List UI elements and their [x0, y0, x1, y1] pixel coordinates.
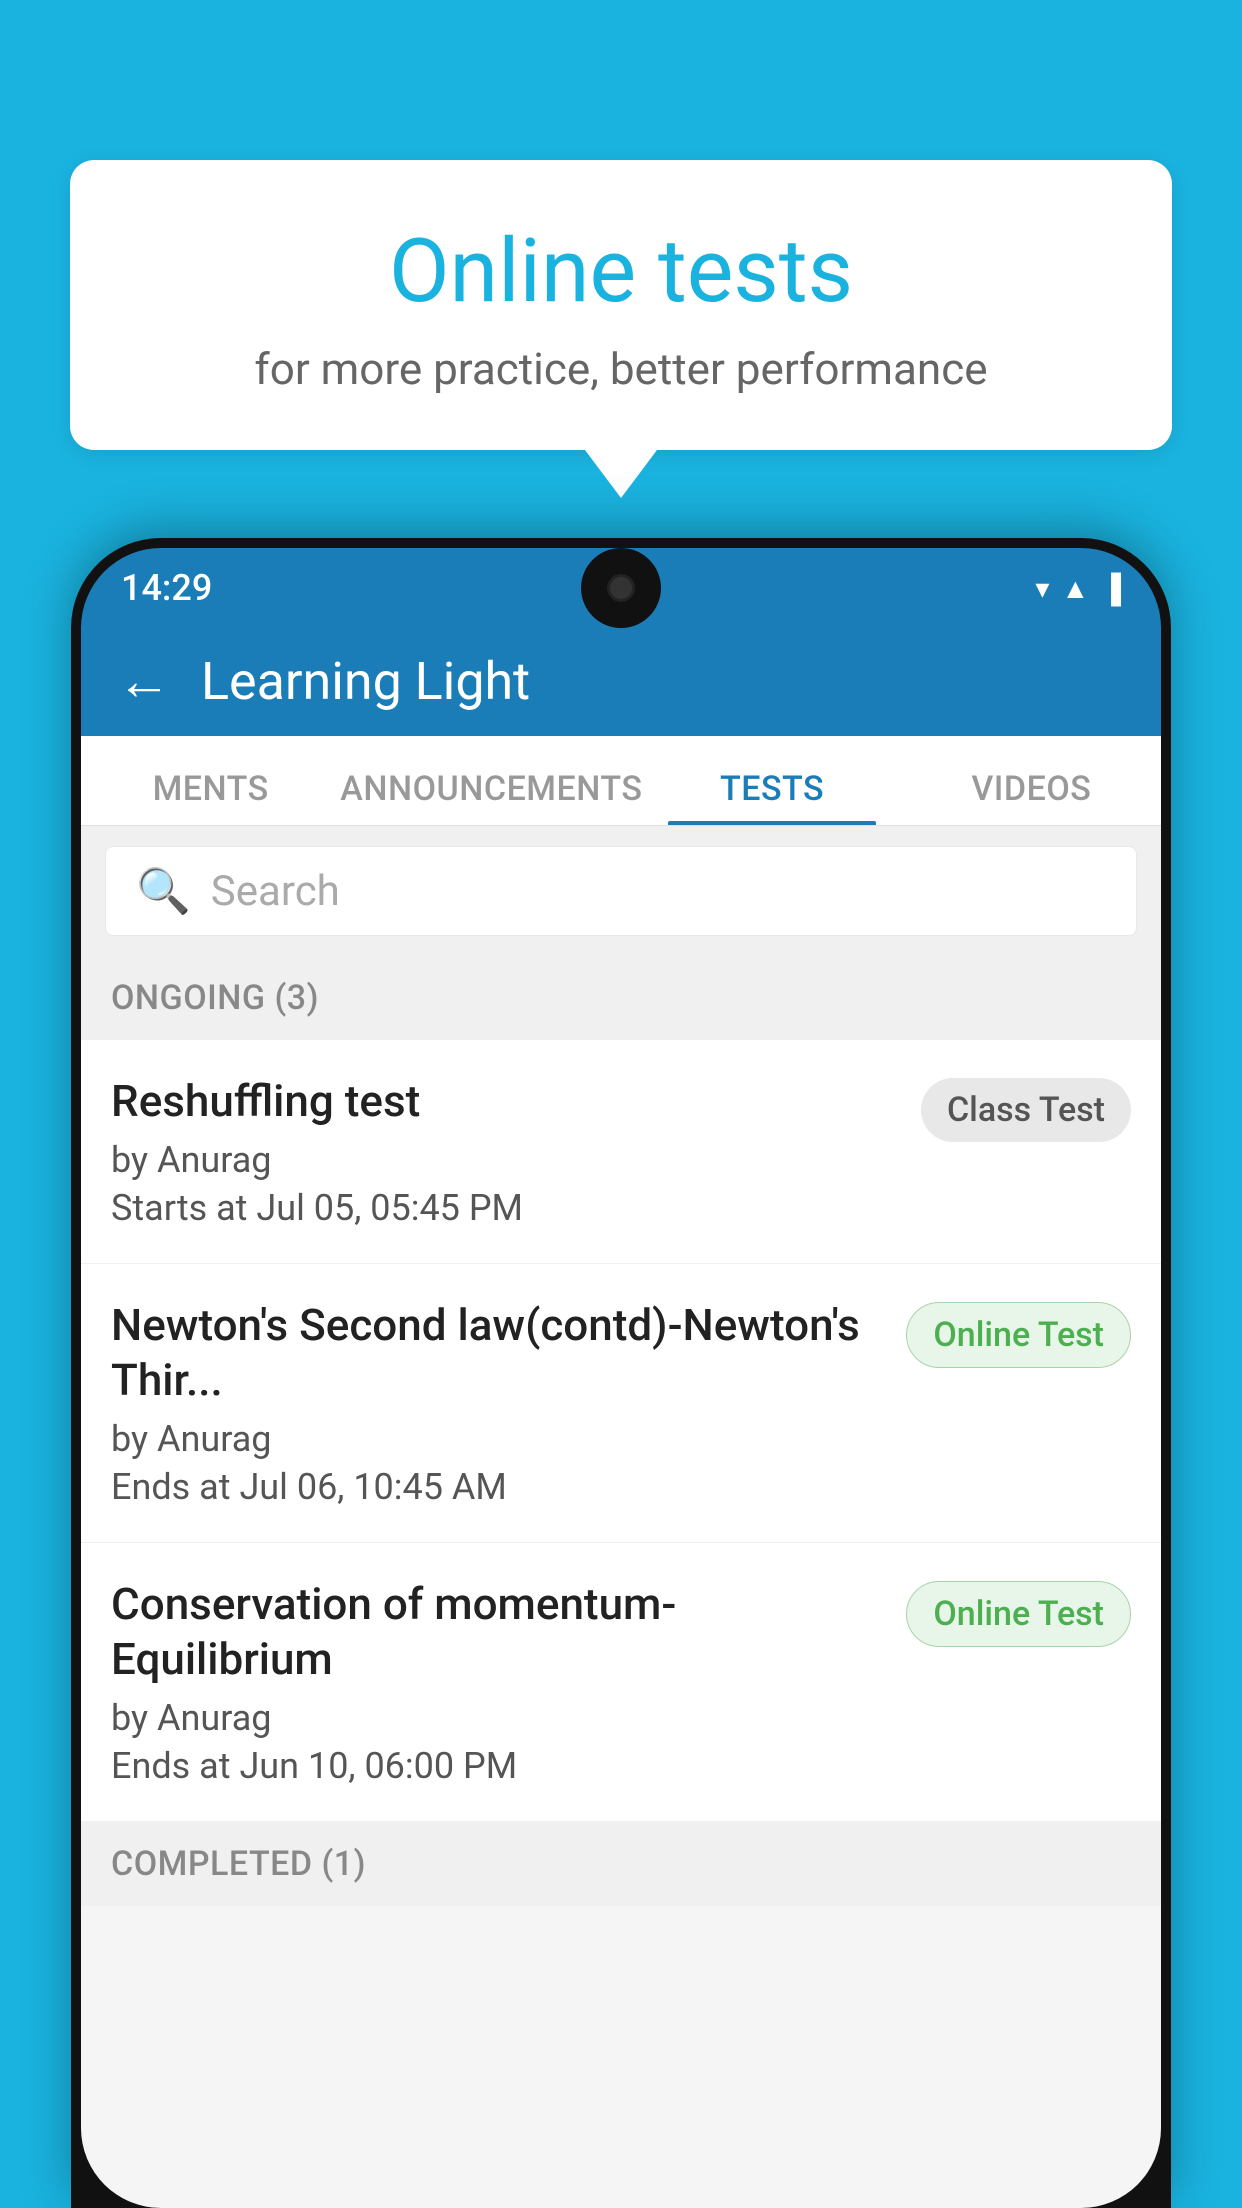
test-info-1: Reshuffling test by Anurag Starts at Jul… [111, 1074, 901, 1229]
test-author-2: by Anurag [111, 1418, 886, 1460]
test-name-1: Reshuffling test [111, 1074, 901, 1129]
status-icons: ▾ ▲ ▐ [1035, 572, 1121, 605]
test-badge-2: Online Test [906, 1302, 1131, 1368]
tab-announcements[interactable]: ANNOUNCEMENTS [340, 769, 642, 825]
app-title: Learning Light [201, 651, 530, 712]
ongoing-section-header: ONGOING (3) [81, 956, 1161, 1040]
test-name-2: Newton's Second law(contd)-Newton's Thir… [111, 1298, 886, 1408]
tab-videos[interactable]: VIDEOS [902, 769, 1161, 825]
test-date-2: Ends at Jul 06, 10:45 AM [111, 1466, 886, 1508]
test-name-3: Conservation of momentum-Equilibrium [111, 1577, 886, 1687]
tab-bar: MENTS ANNOUNCEMENTS TESTS VIDEOS [81, 736, 1161, 826]
phone-notch [581, 548, 661, 628]
list-item[interactable]: Reshuffling test by Anurag Starts at Jul… [81, 1040, 1161, 1264]
list-item[interactable]: Newton's Second law(contd)-Newton's Thir… [81, 1264, 1161, 1543]
phone-screen: ← Learning Light MENTS ANNOUNCEMENTS TES… [81, 626, 1161, 2208]
search-bar-container: 🔍 Search [81, 826, 1161, 956]
app-header: ← Learning Light [81, 626, 1161, 736]
test-info-2: Newton's Second law(contd)-Newton's Thir… [111, 1298, 886, 1508]
test-list: Reshuffling test by Anurag Starts at Jul… [81, 1040, 1161, 1822]
phone-frame: 14:29 ▾ ▲ ▐ ← Learning Light MENTS ANNOU… [71, 538, 1171, 2208]
tab-assignments[interactable]: MENTS [81, 769, 340, 825]
wifi-icon: ▾ [1035, 572, 1049, 605]
list-item[interactable]: Conservation of momentum-Equilibrium by … [81, 1543, 1161, 1822]
test-badge-1: Class Test [921, 1078, 1131, 1142]
test-date-1: Starts at Jul 05, 05:45 PM [111, 1187, 901, 1229]
back-button[interactable]: ← [117, 650, 171, 713]
status-bar: 14:29 ▾ ▲ ▐ [81, 548, 1161, 628]
signal-icon: ▲ [1061, 572, 1089, 605]
completed-section-header: COMPLETED (1) [81, 1822, 1161, 1906]
phone-camera [607, 574, 635, 602]
test-date-3: Ends at Jun 10, 06:00 PM [111, 1745, 886, 1787]
test-badge-3: Online Test [906, 1581, 1131, 1647]
tab-tests[interactable]: TESTS [642, 769, 901, 825]
bubble-subtitle: for more practice, better performance [120, 343, 1122, 395]
test-info-3: Conservation of momentum-Equilibrium by … [111, 1577, 886, 1787]
search-input[interactable]: Search [211, 867, 340, 916]
battery-icon: ▐ [1101, 572, 1121, 605]
test-author-3: by Anurag [111, 1697, 886, 1739]
phone-time: 14:29 [121, 567, 212, 609]
bubble-title: Online tests [120, 220, 1122, 323]
speech-bubble: Online tests for more practice, better p… [70, 160, 1172, 450]
test-author-1: by Anurag [111, 1139, 901, 1181]
search-icon: 🔍 [136, 865, 191, 917]
search-bar[interactable]: 🔍 Search [105, 846, 1137, 936]
